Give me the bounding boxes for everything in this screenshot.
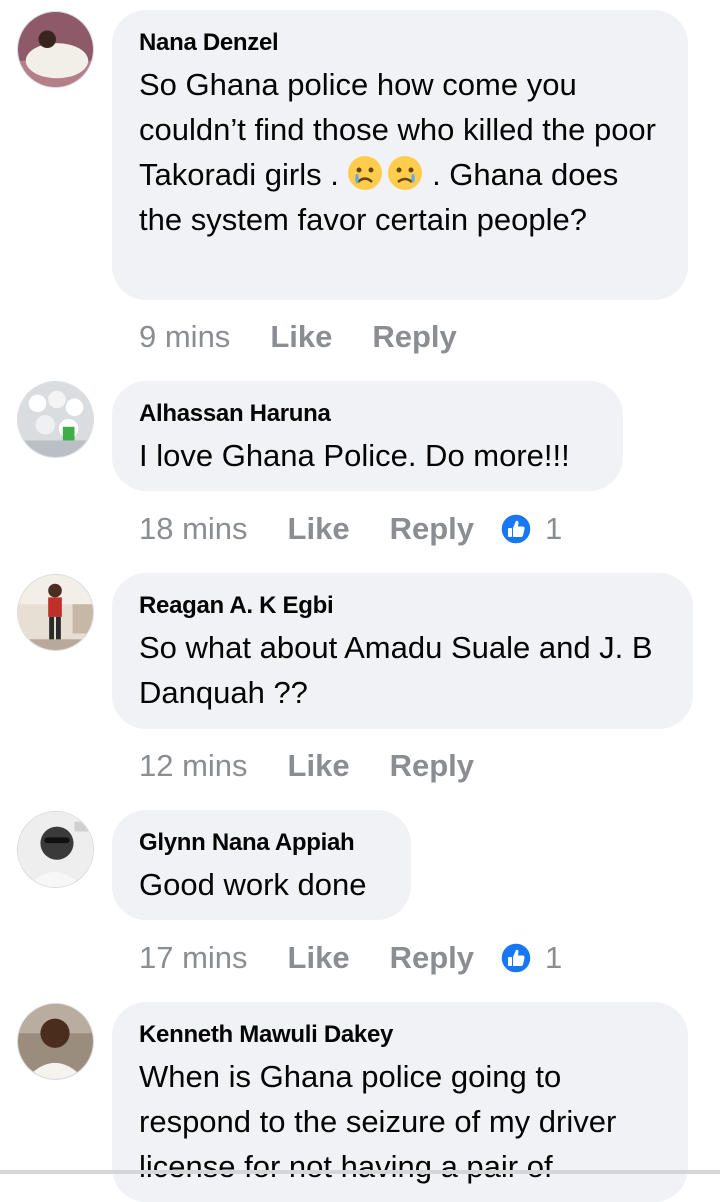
- bottom-divider: [0, 1170, 720, 1174]
- comment-meta: 18 mins Like Reply 1: [139, 509, 562, 549]
- reply-button[interactable]: Reply: [390, 938, 474, 978]
- comment-bubble: Nana Denzel So Ghana police how come you…: [112, 10, 688, 300]
- like-button[interactable]: Like: [288, 746, 350, 786]
- comment-author[interactable]: Alhassan Haruna: [139, 399, 597, 429]
- thumbs-up-icon: [500, 513, 532, 545]
- reply-button[interactable]: Reply: [390, 746, 474, 786]
- comment-text: So Ghana police how come you couldn’t fi…: [139, 62, 662, 242]
- avatar[interactable]: [17, 811, 94, 888]
- sad-face-icon: [388, 156, 423, 190]
- avatar[interactable]: [17, 381, 94, 458]
- avatar[interactable]: [17, 11, 94, 88]
- comment-text: When is Ghana police going to respond to…: [139, 1059, 617, 1184]
- comment-time[interactable]: 17 mins: [139, 938, 248, 978]
- comment-meta: 17 mins Like Reply 1: [139, 938, 562, 978]
- reply-button[interactable]: Reply: [390, 509, 474, 549]
- like-button[interactable]: Like: [270, 317, 332, 357]
- comment-text: I love Ghana Police. Do more!!!: [139, 438, 570, 473]
- comment-author[interactable]: Kenneth Mawuli Dakey: [139, 1020, 662, 1050]
- avatar[interactable]: [17, 1003, 94, 1080]
- reaction-summary[interactable]: 1: [500, 509, 562, 549]
- reply-button[interactable]: Reply: [372, 317, 456, 357]
- comment-bubble: Alhassan Haruna I love Ghana Police. Do …: [112, 381, 623, 491]
- reaction-count: 1: [545, 511, 563, 546]
- comment-text: So what about Amadu Suale and J. B Danqu…: [139, 630, 653, 710]
- thumbs-up-icon: [500, 942, 532, 974]
- reaction-count: 1: [545, 940, 563, 975]
- comment-bubble: Reagan A. K Egbi So what about Amadu Sua…: [112, 573, 693, 729]
- comment-time[interactable]: 18 mins: [139, 509, 248, 549]
- like-button[interactable]: Like: [288, 938, 350, 978]
- comment-time[interactable]: 12 mins: [139, 746, 248, 786]
- comment-author[interactable]: Glynn Nana Appiah: [139, 828, 385, 858]
- comment-author[interactable]: Nana Denzel: [139, 28, 662, 58]
- avatar[interactable]: [17, 574, 94, 651]
- comment-meta: 12 mins Like Reply: [139, 746, 474, 786]
- comment-meta: 9 mins Like Reply: [139, 317, 457, 357]
- crying-face-icon: [348, 156, 383, 190]
- comment-time[interactable]: 9 mins: [139, 317, 230, 357]
- comment-author[interactable]: Reagan A. K Egbi: [139, 591, 667, 621]
- comment-bubble: Glynn Nana Appiah Good work done: [112, 810, 411, 920]
- reaction-summary[interactable]: 1: [500, 938, 562, 978]
- comment-text: Good work done: [139, 867, 367, 902]
- like-button[interactable]: Like: [288, 509, 350, 549]
